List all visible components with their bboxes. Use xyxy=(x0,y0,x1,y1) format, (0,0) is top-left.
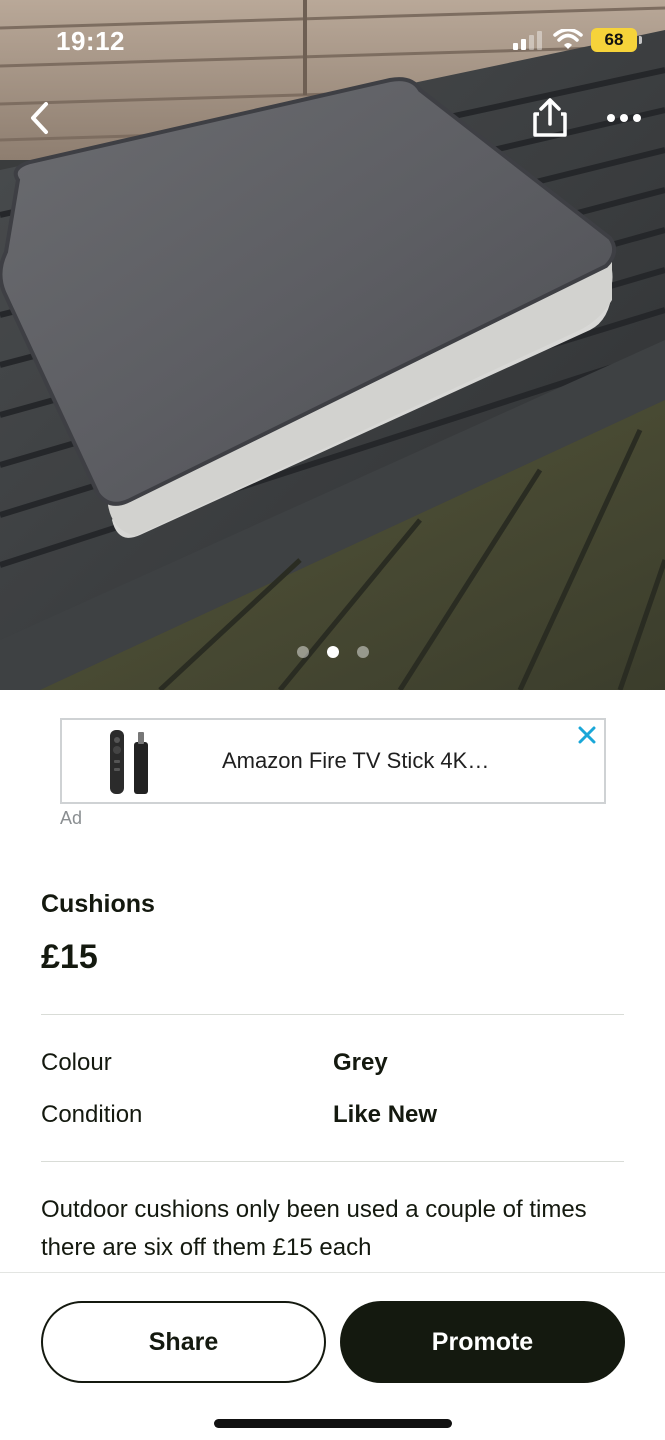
battery-level: 68 xyxy=(604,30,624,49)
back-icon xyxy=(31,102,48,134)
item-description: Outdoor cushions only been used a couple… xyxy=(41,1196,587,1261)
condition-label: Condition xyxy=(41,1101,143,1128)
ad-banner[interactable]: Amazon Fire TV Stick 4K… xyxy=(60,718,606,804)
divider xyxy=(41,1014,624,1015)
promote-button[interactable]: Promote xyxy=(340,1301,625,1383)
status-bar: 19:12 68 xyxy=(0,0,665,80)
fire-tv-stick-image xyxy=(110,730,148,794)
ad-close-button[interactable] xyxy=(574,722,600,748)
share-icon xyxy=(533,98,567,137)
share-button[interactable]: Share xyxy=(41,1301,326,1383)
status-icons: 68 xyxy=(513,28,642,52)
pagination-dot-active[interactable] xyxy=(326,646,339,658)
wifi-icon xyxy=(553,29,583,49)
photo-pagination[interactable] xyxy=(0,646,665,658)
more-icon xyxy=(607,114,641,122)
ad-title[interactable]: Amazon Fire TV Stick 4K… xyxy=(222,748,489,774)
condition-value: Like New xyxy=(333,1101,438,1128)
more-options-button[interactable] xyxy=(594,88,654,148)
pagination-dot[interactable] xyxy=(296,646,309,658)
pagination-dot[interactable] xyxy=(356,646,369,658)
listing-photo[interactable]: 19:12 68 xyxy=(0,0,665,690)
status-time: 19:12 xyxy=(56,26,125,56)
close-icon xyxy=(578,726,596,744)
signal-icon xyxy=(513,31,542,50)
item-title: Cushions xyxy=(41,890,155,918)
divider xyxy=(41,1161,624,1162)
share-icon-button[interactable] xyxy=(520,88,580,148)
home-indicator[interactable] xyxy=(214,1419,452,1428)
back-button[interactable] xyxy=(10,88,70,148)
bottom-action-bar: Share Promote xyxy=(0,1272,665,1440)
battery-icon: 68 xyxy=(591,28,642,52)
item-price: £15 xyxy=(41,938,98,976)
colour-label: Colour xyxy=(41,1049,112,1076)
ad-label: Ad xyxy=(60,808,83,828)
colour-value: Grey xyxy=(333,1049,388,1076)
